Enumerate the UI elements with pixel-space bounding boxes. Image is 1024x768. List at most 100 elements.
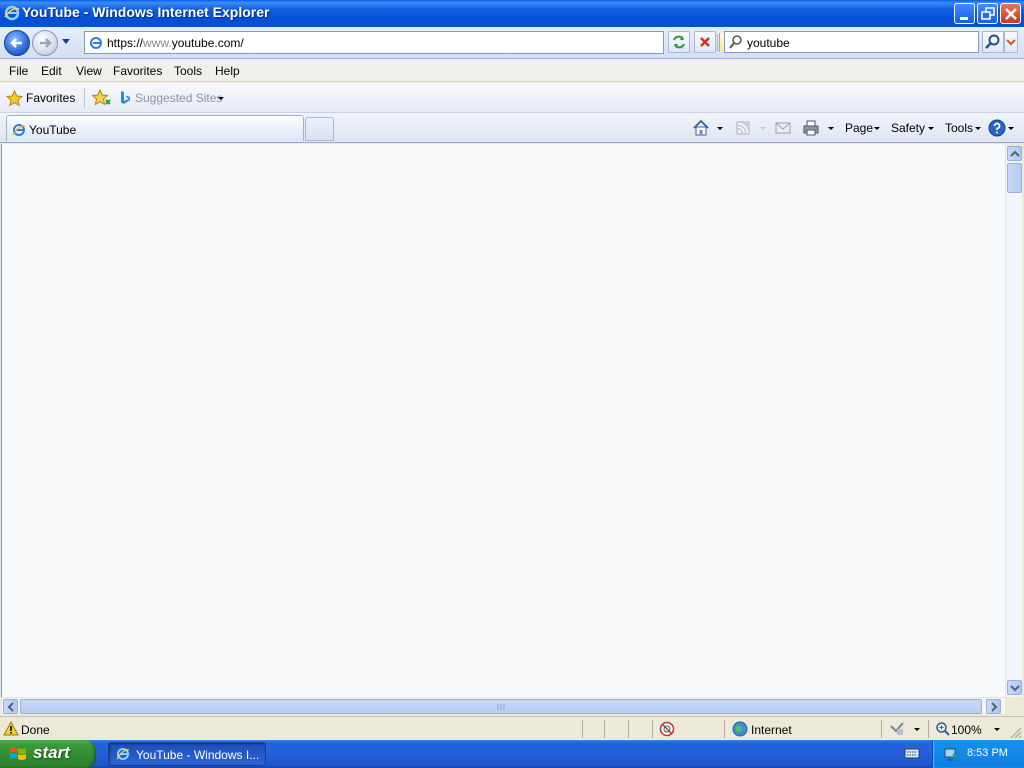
bing-icon xyxy=(121,91,130,104)
page-menu-button[interactable]: Page xyxy=(845,118,881,138)
taskbar: start YouTube - Windows I... 8:53 PM xyxy=(0,740,1024,768)
help-button[interactable] xyxy=(988,118,1016,138)
window-title: YouTube - Windows Internet Explorer xyxy=(22,4,270,20)
tools-menu-button[interactable]: Tools xyxy=(945,118,983,138)
url-www: www. xyxy=(143,36,172,50)
scroll-right-button[interactable] xyxy=(986,699,1001,714)
minimize-icon xyxy=(960,17,968,20)
horizontal-scroll-thumb[interactable] xyxy=(20,699,982,714)
favorites-button[interactable]: Favorites xyxy=(4,87,80,109)
favorites-separator xyxy=(84,88,85,108)
chevron-down-icon xyxy=(975,127,981,130)
minimize-button[interactable] xyxy=(954,3,975,24)
tab-ie-icon xyxy=(12,124,26,136)
resize-grip-icon[interactable] xyxy=(1008,725,1022,739)
horizontal-scrollbar[interactable] xyxy=(2,697,1005,714)
favorites-label: Favorites xyxy=(26,91,76,105)
status-bar: Done Internet 100% xyxy=(0,716,1024,740)
refresh-icon xyxy=(673,35,685,49)
address-url[interactable]: https://www.youtube.com/ xyxy=(107,36,244,50)
back-button[interactable] xyxy=(4,30,30,56)
close-icon xyxy=(1005,8,1017,20)
menu-edit[interactable]: Edit xyxy=(41,64,62,78)
status-divider xyxy=(724,720,725,738)
menu-view[interactable]: View xyxy=(76,64,102,78)
menu-file[interactable]: File xyxy=(9,64,28,78)
scroll-up-button[interactable] xyxy=(1007,146,1022,161)
forward-arrow-icon xyxy=(40,38,52,48)
blocked-cookie-icon[interactable] xyxy=(659,721,675,737)
feeds-button[interactable] xyxy=(735,118,753,138)
address-bar[interactable]: https://www.youtube.com/ xyxy=(84,31,747,54)
tab-row: YouTube Page Safety Tools xyxy=(0,113,1024,143)
grip-icon xyxy=(497,704,505,710)
chevron-down-icon xyxy=(994,728,1000,731)
restore-icon xyxy=(981,7,995,20)
vertical-scrollbar[interactable] xyxy=(1005,146,1022,697)
home-icon xyxy=(693,119,709,136)
search-input[interactable]: youtube xyxy=(747,36,790,50)
windows-flag-icon xyxy=(10,747,26,760)
feeds-dropdown[interactable] xyxy=(760,118,766,138)
menu-help[interactable]: Help xyxy=(215,64,240,78)
menu-favorites[interactable]: Favorites xyxy=(113,64,162,78)
network-icon[interactable] xyxy=(943,746,959,762)
start-button[interactable]: start xyxy=(0,740,96,768)
rss-feed-icon xyxy=(736,121,750,135)
search-provider-icon xyxy=(729,35,742,49)
suggested-sites-button[interactable]: Suggested Sites xyxy=(116,88,228,108)
chevron-down-icon xyxy=(874,127,880,130)
scroll-down-button[interactable] xyxy=(1007,680,1022,695)
forward-button[interactable] xyxy=(32,30,58,56)
favorites-star-icon xyxy=(6,90,23,107)
home-button[interactable] xyxy=(691,118,723,138)
recent-pages-dropdown-icon[interactable] xyxy=(61,38,71,46)
search-options-button[interactable] xyxy=(1004,31,1018,53)
refresh-button[interactable] xyxy=(668,31,690,53)
print-button[interactable] xyxy=(802,118,834,138)
chevron-up-icon xyxy=(1010,150,1020,157)
zoom-level-text: 100% xyxy=(951,723,982,737)
protected-mode-button[interactable] xyxy=(888,720,924,738)
page-content-area[interactable] xyxy=(1,144,1005,697)
add-to-favorites-bar-button[interactable] xyxy=(90,88,112,108)
safety-menu-button[interactable]: Safety xyxy=(891,118,935,138)
internet-globe-icon xyxy=(732,721,748,737)
suggested-sites-label: Suggested Sites xyxy=(135,91,223,105)
chevron-down-icon xyxy=(1010,685,1020,692)
chevron-down-icon xyxy=(928,127,934,130)
chevron-down-icon xyxy=(218,97,224,100)
favorites-bar: Favorites Suggested Sites xyxy=(0,83,1024,113)
mail-icon xyxy=(775,122,791,134)
url-scheme: https:// xyxy=(107,36,144,50)
system-tray: 8:53 PM xyxy=(932,740,1024,768)
vertical-scroll-thumb[interactable] xyxy=(1007,163,1022,193)
tab-youtube[interactable]: YouTube xyxy=(6,115,304,141)
chevron-down-icon xyxy=(914,728,920,731)
start-label: start xyxy=(33,743,70,762)
protected-mode-icon xyxy=(890,722,904,735)
printer-icon xyxy=(803,120,819,136)
ie-window: YouTube - Windows Internet Explorer http… xyxy=(0,0,1024,740)
read-mail-button[interactable] xyxy=(775,118,793,138)
menu-tools[interactable]: Tools xyxy=(174,64,202,78)
search-box[interactable]: youtube xyxy=(724,31,979,53)
taskbar-item-ie[interactable]: YouTube - Windows I... xyxy=(108,742,266,766)
taskbar-item-label: YouTube - Windows I... xyxy=(136,748,260,762)
status-divider xyxy=(928,720,929,738)
scroll-left-button[interactable] xyxy=(3,699,18,714)
search-go-button[interactable] xyxy=(982,31,1004,53)
title-bar[interactable]: YouTube - Windows Internet Explorer xyxy=(0,0,1024,27)
language-keyboard-icon[interactable] xyxy=(904,746,920,760)
zoom-button[interactable]: 100% xyxy=(934,720,1004,738)
new-tab-button[interactable] xyxy=(305,117,334,141)
chevron-down-icon xyxy=(760,127,766,130)
restore-button[interactable] xyxy=(977,3,998,24)
clock: 8:53 PM xyxy=(967,747,1008,759)
status-divider xyxy=(604,720,605,738)
navigation-bar: https://www.youtube.com/ youtube xyxy=(0,27,1024,59)
zoom-icon xyxy=(936,722,950,736)
stop-button[interactable] xyxy=(694,31,716,53)
close-button[interactable] xyxy=(1000,3,1021,24)
tab-label: YouTube xyxy=(29,123,77,137)
